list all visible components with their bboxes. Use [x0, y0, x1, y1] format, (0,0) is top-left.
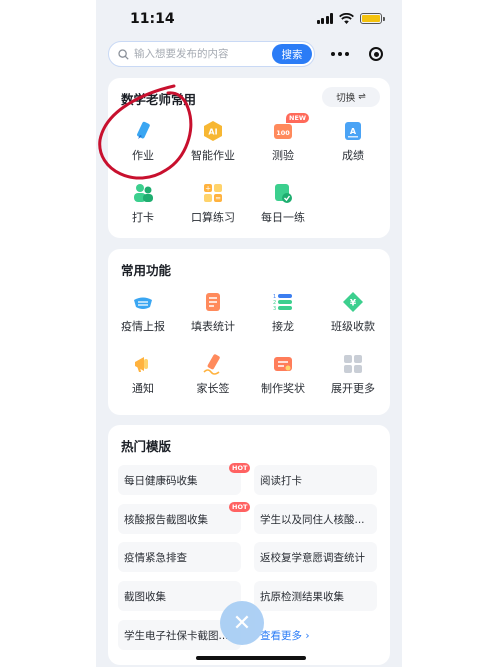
function-certificate[interactable]: 制作奖状: [248, 353, 318, 396]
svg-text:100: 100: [276, 129, 290, 137]
mask-icon: [132, 291, 154, 313]
teacher-shortcuts-card: 数学老师常用 切换 ⇌ 作业 AI 智能作业 100 NEW 测验 A 成绩 打…: [108, 78, 390, 238]
function-form-stats[interactable]: 填表统计: [178, 291, 248, 334]
checkin-people-icon: [132, 182, 154, 204]
shortcut-daily-practice[interactable]: 每日一练: [248, 182, 318, 225]
template-cohabitant-nucleic[interactable]: 学生以及同住人核酸...: [254, 504, 377, 534]
list-chain-icon: 123: [272, 291, 294, 313]
score-100-icon: 100 NEW: [272, 113, 310, 142]
status-time: 11:14: [130, 11, 175, 27]
see-more-link[interactable]: 查看更多 ›: [254, 620, 377, 650]
template-nucleic-screenshot[interactable]: 核酸报告截图收集: [118, 504, 241, 534]
function-epidemic-report[interactable]: 疫情上报: [108, 291, 178, 334]
signal-icon: [316, 13, 333, 24]
close-icon[interactable]: ✕: [220, 601, 264, 645]
svg-text:=: =: [215, 195, 221, 203]
new-badge: NEW: [286, 113, 310, 123]
template-screenshot-collection[interactable]: 截图收集: [118, 581, 241, 611]
template-epidemic-screening[interactable]: 疫情紧急排查: [118, 542, 241, 572]
function-class-payment[interactable]: ¥ 班级收款: [318, 291, 388, 334]
svg-text:3: 3: [273, 306, 276, 312]
phone-screen: 11:14 搜索 数学老师常用 切换 ⇌: [96, 0, 402, 667]
template-return-school-survey[interactable]: 返校复学意愿调查统计: [254, 542, 377, 572]
template-antigen-results[interactable]: 抗原检测结果收集: [254, 581, 377, 611]
function-relay[interactable]: 123 接龙: [248, 291, 318, 334]
search-input[interactable]: [134, 48, 264, 60]
search-icon: [118, 48, 129, 60]
svg-text:+: +: [205, 185, 211, 193]
status-bar: 11:14: [96, 0, 402, 38]
shortcut-smart-homework[interactable]: AI 智能作业: [178, 120, 248, 163]
pencil-icon: [132, 120, 154, 142]
template-reading-checkin[interactable]: 阅读打卡: [254, 465, 377, 495]
common-functions-card: 常用功能 疫情上报 填表统计 123 接龙 ¥ 班级收款 通知 家长签 制作奖状…: [108, 249, 390, 415]
swap-icon: ⇌: [358, 92, 366, 102]
section-title: 常用功能: [121, 263, 172, 278]
more-icon[interactable]: [322, 52, 358, 56]
svg-text:AI: AI: [208, 128, 217, 137]
grid-more-icon: [342, 353, 364, 375]
hot-badge: HOT: [229, 502, 251, 512]
function-expand-more[interactable]: 展开更多: [318, 353, 388, 396]
function-parent-sign[interactable]: 家长签: [178, 353, 248, 396]
svg-text:¥: ¥: [350, 299, 357, 309]
yuan-payment-icon: ¥: [342, 291, 364, 313]
miniprogram-capsule: [322, 41, 394, 67]
function-notice[interactable]: 通知: [108, 353, 178, 396]
svg-text:A: A: [350, 127, 357, 136]
section-title: 热门模版: [121, 439, 172, 454]
ai-badge-icon: AI: [202, 120, 224, 142]
grade-icon: A: [342, 120, 364, 142]
daily-practice-icon: [272, 182, 294, 204]
battery-icon: [360, 13, 385, 24]
close-miniprogram-icon[interactable]: [358, 47, 394, 61]
math-symbols-icon: + =: [202, 182, 224, 204]
home-indicator: [196, 656, 306, 660]
section-title: 数学老师常用: [121, 92, 197, 107]
wifi-icon: [339, 13, 354, 24]
shortcut-checkin[interactable]: 打卡: [108, 182, 178, 225]
search-bar[interactable]: 搜索: [108, 41, 315, 67]
hot-badge: HOT: [229, 463, 251, 473]
form-icon: [202, 291, 224, 313]
shortcut-homework[interactable]: 作业: [108, 120, 178, 163]
shortcut-quiz[interactable]: 100 NEW 测验: [248, 113, 318, 163]
megaphone-icon: [132, 353, 154, 375]
switch-button[interactable]: 切换 ⇌: [322, 87, 380, 107]
shortcut-mental-math[interactable]: + = 口算练习: [178, 182, 248, 225]
signature-icon: [202, 353, 224, 375]
template-health-code[interactable]: 每日健康码收集: [118, 465, 241, 495]
shortcut-grades[interactable]: A 成绩: [318, 120, 388, 163]
certificate-icon: [272, 353, 294, 375]
search-button[interactable]: 搜索: [272, 44, 312, 64]
